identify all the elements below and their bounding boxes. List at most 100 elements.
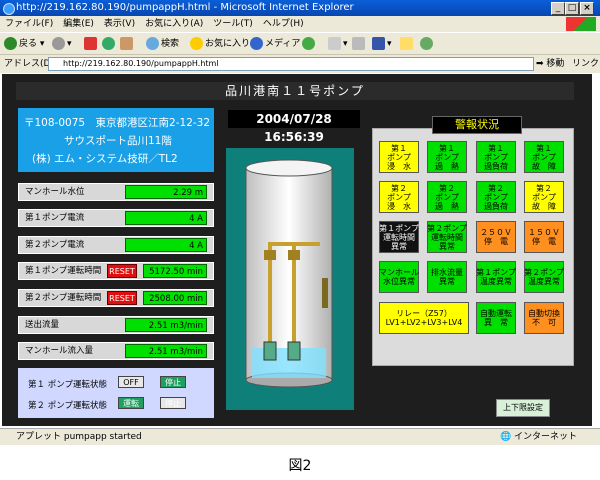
measurement-value: 2.51 m3/min	[125, 344, 207, 358]
address-bar: アドレス(D) http://219.162.80.190/pumpappH.h…	[0, 54, 600, 73]
pump2-status-label: 第２ ポンプ運転状態	[28, 401, 107, 411]
alarm-indicator-13: マンホール 水位異常	[379, 261, 419, 293]
measurement-row: 第１ポンプ電流 4 A	[18, 209, 214, 227]
menu-tools[interactable]: ツール(T)	[208, 16, 258, 32]
address-input[interactable]: http://219.162.80.190/pumpappH.html	[48, 57, 534, 71]
measurement-row: マンホール水位 2.29 m	[18, 183, 214, 201]
measurement-value: 5172.50 min	[143, 264, 207, 278]
measurement-row: 第１ポンプ運転時間 RESET 5172.50 min	[18, 262, 214, 280]
history-icon	[302, 37, 315, 50]
messenger-icon	[420, 37, 433, 50]
pump1-stop-indicator: 停止	[160, 376, 186, 388]
alarm-indicator-10: 第２ポンプ 運転時間 異常	[427, 221, 467, 253]
internet-zone-icon: 🌐	[500, 432, 512, 442]
manhole-tank-diagram	[245, 159, 333, 388]
refresh-button[interactable]	[102, 37, 117, 51]
auto-run-alarm: 自動運転 異 常	[476, 302, 516, 334]
toolbar: 戻る ▾ ▾ 検索 お気に入り メディア ▾ ▾	[0, 32, 600, 55]
windows-logo-icon	[566, 17, 596, 31]
zone-label: インターネット	[514, 432, 578, 442]
forward-button[interactable]: ▾	[52, 37, 72, 51]
pump-status-panel: 第１ ポンプ運転状態 OFF 停止 第２ ポンプ運転状態 運転 停止	[18, 368, 214, 418]
search-button[interactable]: 検索	[146, 37, 179, 51]
close-button[interactable]: ×	[580, 2, 594, 15]
pump2-icon	[287, 341, 301, 361]
alarm-indicator-16: 第２ポンプ 温度異常	[524, 261, 564, 293]
alarm-indicator-1: 第１ ポンプ 浸 水	[379, 141, 419, 173]
alarm-indicator-12: １５０Ｖ 停 電	[524, 221, 564, 253]
measurement-value: 4 A	[125, 211, 207, 225]
alarm-indicator-6: 第２ ポンプ 過 熱	[427, 181, 467, 213]
alarm-indicator-2: 第１ ポンプ 過 熱	[427, 141, 467, 173]
note-icon	[400, 37, 413, 50]
window-titlebar: http://219.162.80.190/pumpappH.html - Mi…	[0, 0, 600, 16]
media-icon	[250, 37, 263, 50]
menu-file[interactable]: ファイル(F)	[0, 16, 58, 32]
menu-edit[interactable]: 編集(E)	[58, 16, 99, 32]
print-icon	[352, 37, 365, 50]
page-title: 品川港南１１号ポンプ	[16, 82, 574, 100]
reset-button-pump2[interactable]: RESET	[107, 291, 137, 305]
ie-icon	[3, 3, 15, 15]
home-button[interactable]	[120, 37, 135, 51]
mail-icon	[328, 37, 341, 50]
print-button[interactable]	[352, 37, 367, 51]
measurement-row: 第２ポンプ運転時間 RESET 2508.00 min	[18, 289, 214, 307]
forward-arrow-icon	[52, 37, 65, 50]
pump1-icon	[263, 341, 277, 361]
word-icon	[372, 37, 385, 50]
alarm-indicator-9: 第１ポンプ 運転時間 異常	[379, 221, 419, 253]
messenger-button[interactable]	[420, 37, 435, 51]
datetime-display: 2004/07/28 16:56:39	[228, 110, 360, 144]
search-icon	[146, 37, 159, 50]
limit-settings-button[interactable]: 上下限設定	[496, 399, 550, 417]
status-bar: アプレット pumpapp started 🌐 インターネット	[0, 428, 600, 445]
alarm-indicator-3: 第１ ポンプ 過負荷	[476, 141, 516, 173]
relay-alarm: リレー（Z57） LV1+LV2+LV3+LV4	[379, 302, 469, 334]
refresh-icon	[102, 37, 115, 50]
measurement-row: マンホール流入量 2.51 m3/min	[18, 342, 214, 360]
window-title: http://219.162.80.190/pumpappH.html - Mi…	[16, 2, 354, 13]
menu-help[interactable]: ヘルプ(H)	[258, 16, 309, 32]
float-switch-icon	[322, 278, 328, 308]
discuss-button[interactable]	[400, 37, 415, 51]
home-icon	[120, 37, 133, 50]
figure-caption: 図2	[288, 458, 312, 474]
measurement-value: 2.29 m	[125, 185, 207, 199]
back-arrow-icon	[4, 37, 17, 50]
menu-favorites[interactable]: お気に入り(A)	[140, 16, 208, 32]
star-icon	[190, 37, 203, 50]
pump2-run-indicator: 運転	[118, 397, 144, 409]
alarm-title: 警報状況	[432, 116, 522, 134]
history-button[interactable]	[302, 37, 317, 51]
auto-switch-alarm: 自動切換 不 可	[524, 302, 564, 334]
alarm-indicator-11: ２５０Ｖ 停 電	[476, 221, 516, 253]
favorites-button[interactable]: お気に入り	[190, 37, 250, 51]
alarm-indicator-7: 第２ ポンプ 過負荷	[476, 181, 516, 213]
status-text: アプレット pumpapp started	[16, 432, 142, 442]
alarm-indicator-4: 第１ ポンプ 故 障	[524, 141, 564, 173]
alarm-indicator-8: 第２ ポンプ 故 障	[524, 181, 564, 213]
measurement-value: 2508.00 min	[143, 291, 207, 305]
alarm-indicator-14: 排水流量 異常	[427, 261, 467, 293]
back-button[interactable]: 戻る ▾	[4, 37, 44, 51]
go-button[interactable]: ➡ 移動	[536, 55, 564, 73]
mail-button[interactable]: ▾	[328, 37, 348, 51]
address-label: アドレス(D)	[4, 59, 54, 69]
measurement-value: 2.51 m3/min	[125, 318, 207, 332]
measurement-row: 送出流量 2.51 m3/min	[18, 316, 214, 334]
links-button[interactable]: リンク	[572, 55, 599, 73]
minimize-button[interactable]: _	[551, 2, 565, 15]
alarm-indicator-15: 第１ポンプ 温度異常	[476, 261, 516, 293]
edit-button[interactable]: ▾	[372, 37, 392, 51]
media-button[interactable]: メディア	[250, 37, 300, 51]
company-address-panel: 〒108-0075 東京都港区江南2-12-32 サウスポート品川11階 (株)…	[18, 108, 214, 172]
maximize-button[interactable]: □	[565, 2, 579, 15]
address-line-3: (株) エム・システム技研／TL2	[32, 153, 178, 165]
stop-button[interactable]	[84, 37, 99, 51]
pump1-off-indicator: OFF	[118, 376, 144, 388]
menu-view[interactable]: 表示(V)	[99, 16, 140, 32]
address-line-2: サウスポート品川11階	[64, 135, 172, 147]
alarm-indicator-5: 第２ ポンプ 浸 水	[379, 181, 419, 213]
reset-button-pump1[interactable]: RESET	[107, 264, 137, 278]
